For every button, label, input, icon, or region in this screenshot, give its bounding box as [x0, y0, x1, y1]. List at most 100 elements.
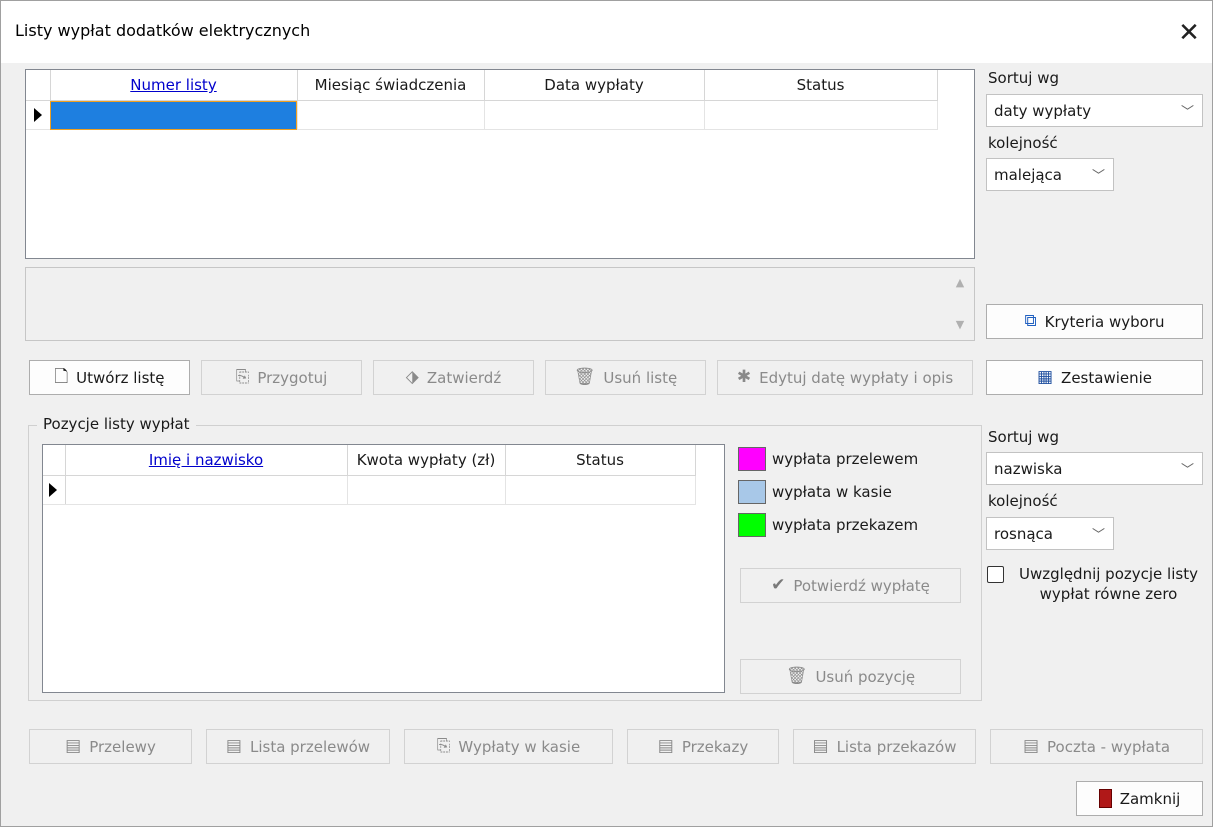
- list-icon: ▤: [812, 736, 829, 756]
- delete-list-button[interactable]: 🗑 Usuń listę: [545, 360, 706, 395]
- row-indicator: [26, 100, 51, 130]
- items-order-value: rosnąca: [994, 525, 1053, 543]
- cash-payments-label: Wypłaty w kasie: [458, 737, 581, 756]
- dialog-window: Listy wypłat dodatków elektrycznych ✕ Nu…: [0, 0, 1213, 827]
- items-grid[interactable]: Imię i nazwisko Kwota wypłaty (zł) Statu…: [42, 444, 725, 693]
- edit-date-button[interactable]: ✱ Edytuj datę wypłaty i opis: [717, 360, 973, 395]
- title-bar: Listy wypłat dodatków elektrycznych ✕: [1, 1, 1212, 63]
- remove-item-button[interactable]: 🗑 Usuń pozycję: [740, 659, 961, 694]
- transfer-list-label: Lista przelewów: [249, 737, 371, 756]
- table-cell[interactable]: [297, 100, 485, 130]
- lists-grid[interactable]: Numer listy Miesiąc świadczenia Data wyp…: [25, 69, 975, 259]
- scroll-up-icon[interactable]: ▲: [952, 276, 968, 289]
- column-header-data-wyplaty[interactable]: Data wypłaty: [484, 70, 705, 101]
- table-icon: ▦: [1036, 367, 1054, 387]
- legend-money-order: wypłata przekazem: [738, 513, 918, 537]
- create-list-button[interactable]: 🗋 Utwórz listę: [29, 360, 190, 395]
- column-header-imie-nazwisko[interactable]: Imię i nazwisko: [65, 445, 348, 476]
- scroll-down-icon[interactable]: ▼: [952, 318, 968, 331]
- chevron-down-icon: ﹀: [1180, 463, 1194, 478]
- print-icon: ▤: [65, 736, 82, 756]
- items-order-label: kolejność: [988, 492, 1058, 510]
- column-header-status[interactable]: Status: [704, 70, 938, 101]
- delete-list-label: Usuń listę: [603, 368, 678, 387]
- column-header-miesiac[interactable]: Miesiąc świadczenia: [297, 70, 485, 101]
- summary-label: Zestawienie: [1061, 368, 1153, 387]
- row-pointer-icon: [49, 483, 57, 497]
- include-zero-label: Uwzględnij pozycje listy wypłat równe ze…: [1019, 565, 1198, 603]
- edit-date-icon: ✱: [736, 367, 752, 387]
- transfers-button[interactable]: ▤ Przelewy: [29, 729, 192, 764]
- legend-label: wypłata przelewem: [772, 450, 919, 468]
- cash-icon: ⎘: [436, 736, 451, 756]
- prepare-button[interactable]: ⎘ Przygotuj: [201, 360, 362, 395]
- close-button[interactable]: Zamknij: [1076, 781, 1203, 816]
- list-sort-select[interactable]: daty wypłaty ﹀: [986, 94, 1203, 127]
- items-order-select[interactable]: rosnąca ﹀: [986, 517, 1114, 550]
- chevron-down-icon: ﹀: [1091, 169, 1105, 184]
- prepare-icon: ⎘: [235, 367, 250, 387]
- post-payment-button[interactable]: ▤ Poczta - wypłata: [990, 729, 1203, 764]
- trash-icon: 🗑: [785, 666, 808, 686]
- table-cell[interactable]: [704, 100, 938, 130]
- money-order-list-label: Lista przekazów: [836, 737, 957, 756]
- close-icon[interactable]: ✕: [1169, 13, 1209, 53]
- checkmark-icon: ✔: [771, 575, 786, 595]
- approve-button[interactable]: ⬗ Zatwierdź: [373, 360, 534, 395]
- column-header-status[interactable]: Status: [505, 445, 696, 476]
- column-header-numer-listy[interactable]: Numer listy: [50, 70, 298, 101]
- remove-item-label: Usuń pozycję: [815, 667, 916, 686]
- money-order-list-button[interactable]: ▤ Lista przekazów: [793, 729, 976, 764]
- door-icon: [1098, 789, 1112, 808]
- include-zero-checkbox[interactable]: Uwzględnij pozycje listy wypłat równe ze…: [987, 564, 1207, 604]
- legend-transfer: wypłata przelewem: [738, 447, 918, 471]
- table-row[interactable]: [26, 100, 938, 130]
- legend-label: wypłata przekazem: [772, 516, 919, 534]
- list-icon: ▤: [225, 736, 242, 756]
- list-order-select[interactable]: malejąca ﹀: [986, 158, 1114, 191]
- selected-cell[interactable]: [50, 100, 298, 130]
- transfer-list-button[interactable]: ▤ Lista przelewów: [206, 729, 390, 764]
- close-label: Zamknij: [1119, 789, 1181, 808]
- row-header-corner: [26, 70, 51, 101]
- list-sort-label: Sortuj wg: [988, 69, 1059, 87]
- trash-icon: 🗑: [573, 367, 596, 387]
- legend-swatch-cash: [738, 480, 766, 504]
- criteria-label: Kryteria wyboru: [1044, 312, 1165, 331]
- criteria-button[interactable]: ⧉ Kryteria wyboru: [986, 304, 1203, 339]
- items-sort-value: nazwiska: [994, 460, 1063, 478]
- legend-cash: wypłata w kasie: [738, 480, 892, 504]
- description-memo[interactable]: ▲ ▼: [25, 267, 975, 341]
- money-orders-button[interactable]: ▤ Przekazy: [627, 729, 779, 764]
- column-header-kwota[interactable]: Kwota wypłaty (zł): [347, 445, 506, 476]
- table-cell[interactable]: [65, 475, 348, 505]
- stamp-icon: ⬗: [405, 367, 419, 387]
- create-list-label: Utwórz listę: [76, 368, 165, 387]
- confirm-payment-label: Potwierdź wypłatę: [793, 576, 930, 595]
- edit-date-label: Edytuj datę wypłaty i opis: [759, 368, 954, 387]
- row-header-corner: [43, 445, 66, 476]
- list-order-label: kolejność: [988, 134, 1058, 152]
- cash-payments-button[interactable]: ⎘ Wypłaty w kasie: [404, 729, 613, 764]
- summary-button[interactable]: ▦ Zestawienie: [986, 360, 1203, 395]
- list-order-value: malejąca: [994, 166, 1062, 184]
- print-icon: ▤: [1022, 736, 1040, 756]
- confirm-payment-button[interactable]: ✔ Potwierdź wypłatę: [740, 568, 961, 603]
- approve-label: Zatwierdź: [426, 368, 502, 387]
- money-orders-label: Przekazy: [681, 737, 749, 756]
- row-indicator: [43, 475, 66, 505]
- table-cell[interactable]: [505, 475, 696, 505]
- transfers-label: Przelewy: [89, 737, 156, 756]
- prepare-label: Przygotuj: [257, 368, 328, 387]
- chevron-down-icon: ﹀: [1180, 105, 1194, 120]
- items-group-title: Pozycje listy wypłat: [37, 415, 196, 433]
- items-sort-select[interactable]: nazwiska ﹀: [986, 452, 1203, 485]
- legend-label: wypłata w kasie: [772, 483, 892, 501]
- table-cell[interactable]: [347, 475, 506, 505]
- chevron-down-icon: ﹀: [1091, 528, 1105, 543]
- window-title: Listy wypłat dodatków elektrycznych: [15, 21, 311, 40]
- table-cell[interactable]: [484, 100, 705, 130]
- table-row[interactable]: [43, 475, 696, 505]
- checkbox-box[interactable]: [987, 566, 1004, 583]
- filter-icon: ⧉: [1024, 311, 1037, 331]
